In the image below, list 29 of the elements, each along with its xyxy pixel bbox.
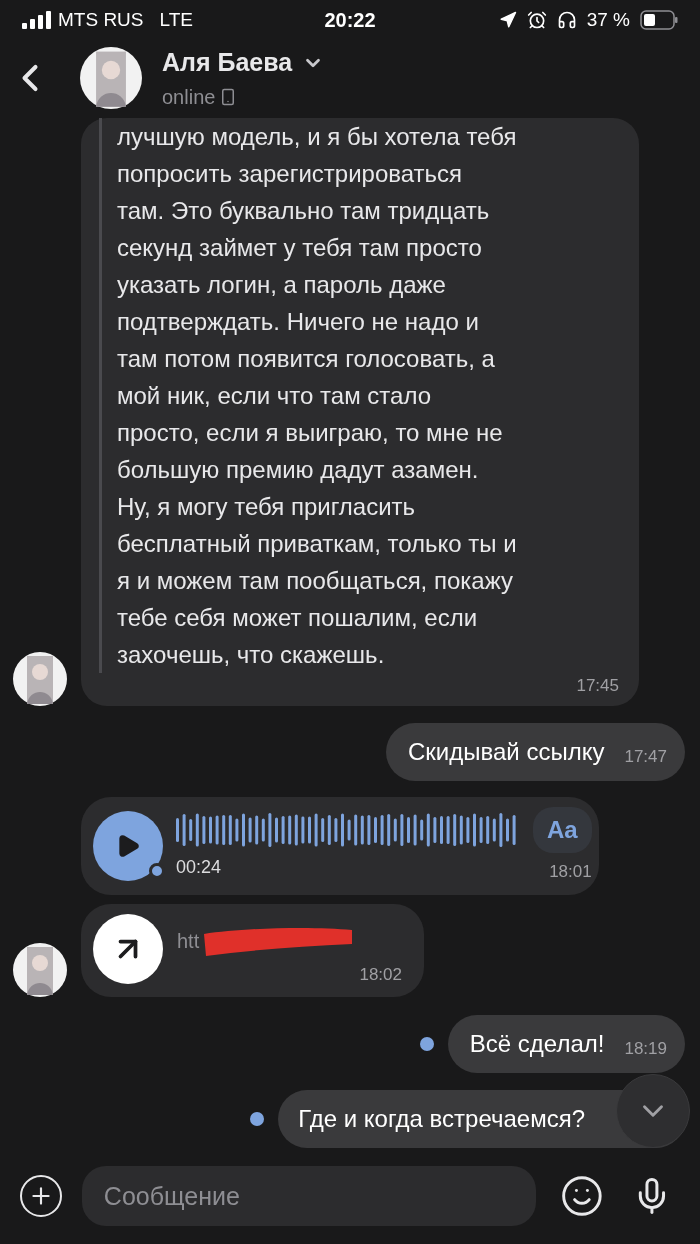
voice-duration: 00:24 [176,856,223,880]
message-time: 18:19 [624,1037,667,1060]
carrier-name: MTS RUS [58,7,144,32]
link-text[interactable]: htt [177,925,200,956]
contact-avatar[interactable] [80,47,142,109]
transcribe-button[interactable]: Aa [533,807,592,853]
headphones-icon [556,10,577,30]
alarm-icon [526,10,547,30]
clock: 20:22 [324,8,376,33]
battery-icon [640,10,678,30]
message-input[interactable]: Сообщение [81,1166,537,1226]
message-time: 18:01 [549,861,592,883]
location-icon [498,11,517,29]
contact-name[interactable]: Аля Баева [162,44,293,82]
avatar[interactable] [13,943,67,997]
message-time: 17:47 [624,745,667,768]
emoji-icon[interactable] [560,1174,605,1218]
battery-percent: 37 % [586,7,630,32]
message-text: лучшую модель, и я бы хотела тебя попросить зарегистрироваться там. Это буквально там тридцать секунд займет у тебя там просто указать логин, а пароль даже подтверждать. Ничего не надо и там потом появится голосовать, а мой ник, если что там стало просто, если я выиграю, то мне не большую премию дадут азамен. Ну, я могу тебя пригласить бесплатный приваткам, только ты и я и можем там пообщаться, покажу тебе себя может пошалим, если захочешь, что скажешь. [117,121,517,670]
message-text: Всё сделал! [469,1029,605,1059]
message-time: 18:02 [359,963,402,986]
signal-icon [22,11,52,29]
message-time: 17:45 [576,674,619,697]
message-text: Где и когда встречаемся? [298,1104,585,1134]
online-status: online [162,84,216,110]
avatar[interactable] [13,652,67,706]
attach-button[interactable] [20,1175,62,1217]
network-type: LTE [159,7,193,32]
message-text: Скидывай ссылку [408,737,605,767]
